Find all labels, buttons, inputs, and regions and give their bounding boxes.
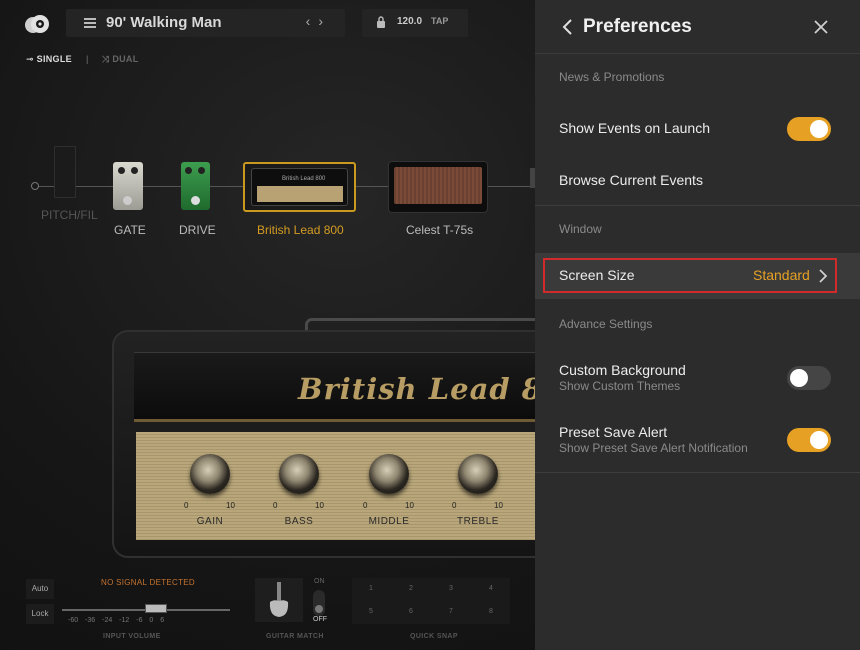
- divider: [535, 205, 860, 206]
- tempo-control[interactable]: 120.0 TAP: [362, 9, 468, 37]
- section-advance: Advance Settings: [559, 317, 653, 331]
- treble-knob[interactable]: 0 10 TREBLE: [448, 452, 508, 532]
- bass-label: BASS: [284, 516, 314, 527]
- guitar-match-on-label: ON: [314, 578, 325, 585]
- screen-size-label: Screen Size: [559, 267, 635, 283]
- amp-thumbnail[interactable]: British Lead 800: [243, 162, 356, 212]
- cabinet-thumbnail[interactable]: [388, 161, 488, 213]
- show-events-label: Show Events on Launch: [559, 120, 710, 136]
- treble-min: 0: [452, 501, 457, 510]
- input-volume-label: INPUT VOLUME: [103, 633, 161, 640]
- snap-8[interactable]: 8: [489, 608, 493, 615]
- bass-min: 0: [273, 501, 278, 510]
- snap-4[interactable]: 4: [489, 585, 493, 592]
- gain-knob[interactable]: 0 10 GAIN: [180, 452, 240, 532]
- lock-icon[interactable]: [376, 16, 386, 28]
- snap-5[interactable]: 5: [369, 608, 373, 615]
- preset-selector[interactable]: 90' Walking Man ‹›: [66, 9, 345, 37]
- drive-label: DRIVE: [179, 223, 216, 237]
- bass-knob[interactable]: 0 10 BASS: [269, 452, 329, 532]
- snap-6[interactable]: 6: [409, 608, 413, 615]
- signal-input-dot: [31, 182, 39, 190]
- next-preset-icon[interactable]: ›: [318, 13, 331, 29]
- guitar-icon: [269, 582, 289, 617]
- middle-max: 10: [405, 501, 414, 510]
- tap-button[interactable]: TAP: [431, 16, 448, 26]
- cabinet-label: Celest T-75s: [406, 223, 474, 237]
- custom-background-label: Custom Background: [559, 362, 686, 378]
- guitar-match-button[interactable]: [255, 578, 303, 622]
- gain-min: 0: [184, 501, 189, 510]
- input-volume-thumb[interactable]: [145, 604, 167, 613]
- single-mode-button[interactable]: ⊸ SINGLE: [26, 54, 72, 65]
- pitch-pedal-slot[interactable]: [54, 146, 76, 198]
- treble-label: TREBLE: [457, 516, 499, 527]
- back-chevron-icon[interactable]: [561, 18, 575, 36]
- gain-knob-dial[interactable]: [190, 454, 230, 494]
- guitar-match-off-label: OFF: [313, 616, 327, 623]
- preferences-panel: Preferences News & Promotions Show Event…: [535, 0, 860, 650]
- prev-preset-icon[interactable]: ‹: [306, 13, 319, 29]
- dual-mode-button[interactable]: ⤨ DUAL: [102, 54, 139, 65]
- db-scale: -60 -36 -24 -12 -6 0 6: [68, 617, 165, 624]
- gate-pedal[interactable]: [113, 162, 143, 210]
- auto-button[interactable]: Auto: [26, 579, 54, 599]
- app-logo-icon[interactable]: [24, 12, 50, 34]
- single-mode-label: SINGLE: [36, 54, 72, 64]
- middle-knob[interactable]: 0 10 MIDDLE: [359, 452, 419, 532]
- amp-thumb-text: British Lead 800: [282, 176, 326, 182]
- treble-knob-dial[interactable]: [458, 454, 498, 494]
- divider: [535, 472, 860, 473]
- snap-7[interactable]: 7: [449, 608, 453, 615]
- custom-background-sub: Show Custom Themes: [559, 379, 681, 393]
- preset-nav-arrows[interactable]: ‹›: [306, 13, 331, 29]
- preferences-header: Preferences: [535, 0, 860, 54]
- custom-background-toggle[interactable]: [787, 366, 831, 390]
- bass-knob-dial[interactable]: [279, 454, 319, 494]
- gain-max: 10: [226, 501, 235, 510]
- bass-max: 10: [315, 501, 324, 510]
- section-news: News & Promotions: [559, 70, 665, 84]
- show-events-toggle[interactable]: [787, 117, 831, 141]
- preferences-title: Preferences: [583, 16, 692, 37]
- drive-pedal[interactable]: [181, 162, 210, 210]
- screen-size-value: Standard: [753, 267, 810, 283]
- snap-2[interactable]: 2: [409, 585, 413, 592]
- treble-max: 10: [494, 501, 503, 510]
- pitch-label: PITCH/FIL: [41, 208, 98, 222]
- preset-save-alert-sub: Show Preset Save Alert Notification: [559, 441, 748, 455]
- amp-head: British Lead 800 0 10 GAIN 0 10 BASS 0 1…: [112, 330, 584, 558]
- quick-snap-grid: 1 2 3 4 5 6 7 8: [352, 578, 510, 624]
- guitar-match-toggle[interactable]: [313, 590, 325, 616]
- amp-label: British Lead 800: [257, 223, 344, 237]
- quick-snap-label: QUICK SNAP: [410, 633, 458, 640]
- close-icon[interactable]: [812, 18, 830, 36]
- snap-1[interactable]: 1: [369, 585, 373, 592]
- lock-button[interactable]: Lock: [26, 604, 54, 624]
- tempo-value[interactable]: 120.0: [397, 16, 422, 27]
- no-signal-indicator: NO SIGNAL DETECTED: [101, 578, 196, 587]
- section-window: Window: [559, 222, 602, 236]
- screen-size-row[interactable]: Screen Size Standard: [535, 253, 860, 299]
- middle-min: 0: [363, 501, 368, 510]
- preset-save-alert-label: Preset Save Alert: [559, 424, 668, 440]
- gain-label: GAIN: [196, 516, 224, 527]
- middle-knob-dial[interactable]: [369, 454, 409, 494]
- guitar-match-label: GUITAR MATCH: [266, 633, 324, 640]
- preset-name: 90' Walking Man: [106, 14, 222, 31]
- dual-mode-label: DUAL: [112, 54, 139, 64]
- middle-label: MIDDLE: [368, 516, 410, 527]
- menu-icon[interactable]: [84, 18, 96, 28]
- browse-events-link[interactable]: Browse Current Events: [559, 172, 703, 188]
- mode-separator: |: [86, 54, 89, 64]
- preset-save-alert-toggle[interactable]: [787, 428, 831, 452]
- chevron-right-icon: [819, 269, 828, 283]
- gate-label: GATE: [114, 223, 146, 237]
- snap-3[interactable]: 3: [449, 585, 453, 592]
